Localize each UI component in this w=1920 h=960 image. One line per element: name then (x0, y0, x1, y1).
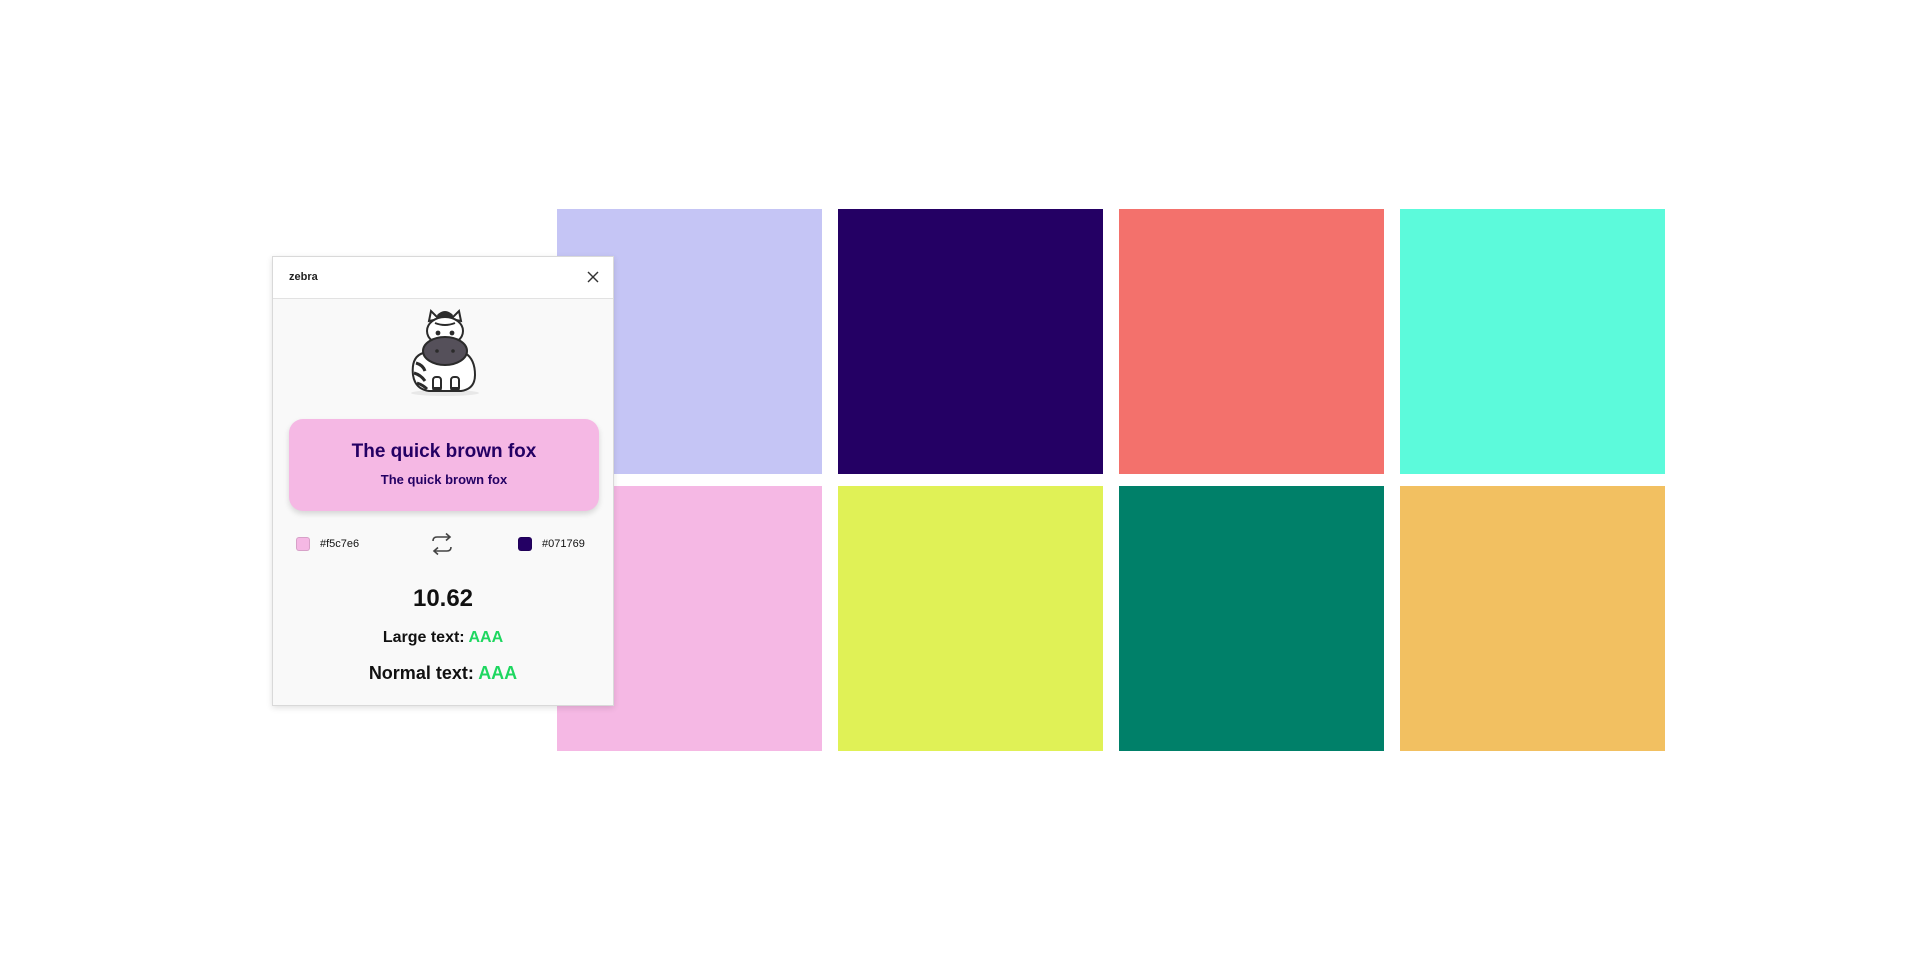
panel-header: zebra (273, 257, 613, 299)
normal-text-label: Normal text: (368, 663, 474, 683)
color-swatch-coral[interactable] (1119, 209, 1384, 474)
background-color-hex[interactable]: #f5c7e6 (320, 538, 359, 550)
panel-title: zebra (289, 271, 318, 283)
large-text-rating: Large text: AAA (273, 629, 613, 647)
large-text-label: Large text: (382, 629, 465, 646)
color-pair-row: #f5c7e6 #071769 (273, 529, 613, 559)
color-swatch-lime[interactable] (838, 486, 1103, 751)
close-icon (587, 271, 599, 283)
close-button[interactable] (583, 267, 603, 287)
background-color-chip[interactable] (296, 537, 310, 551)
foreground-color-chip[interactable] (518, 537, 532, 551)
large-text-grade: AAA (468, 629, 504, 646)
swap-icon (432, 532, 452, 556)
canvas: zebra The quick brown fox The quick brow… (0, 0, 1920, 960)
color-swatch-aquamarine[interactable] (1400, 209, 1665, 474)
color-swatch-deep-purple[interactable] (838, 209, 1103, 474)
color-swatch-teal[interactable] (1119, 486, 1384, 751)
color-swatch-amber[interactable] (1400, 486, 1665, 751)
preview-small-text: The quick brown fox (380, 472, 508, 487)
foreground-color-hex[interactable]: #071769 (542, 538, 585, 550)
normal-text-rating: Normal text: AAA (273, 663, 613, 684)
contrast-checker-panel: zebra The quick brown fox The quick brow… (272, 256, 614, 706)
normal-text-grade: AAA (478, 663, 518, 683)
zebra-mascot-icon (411, 308, 479, 396)
contrast-ratio: 10.62 (412, 585, 474, 612)
swap-colors-button[interactable] (429, 532, 455, 556)
preview-large-text: The quick brown fox (351, 441, 537, 462)
text-preview-card: The quick brown fox The quick brown fox (289, 419, 599, 511)
